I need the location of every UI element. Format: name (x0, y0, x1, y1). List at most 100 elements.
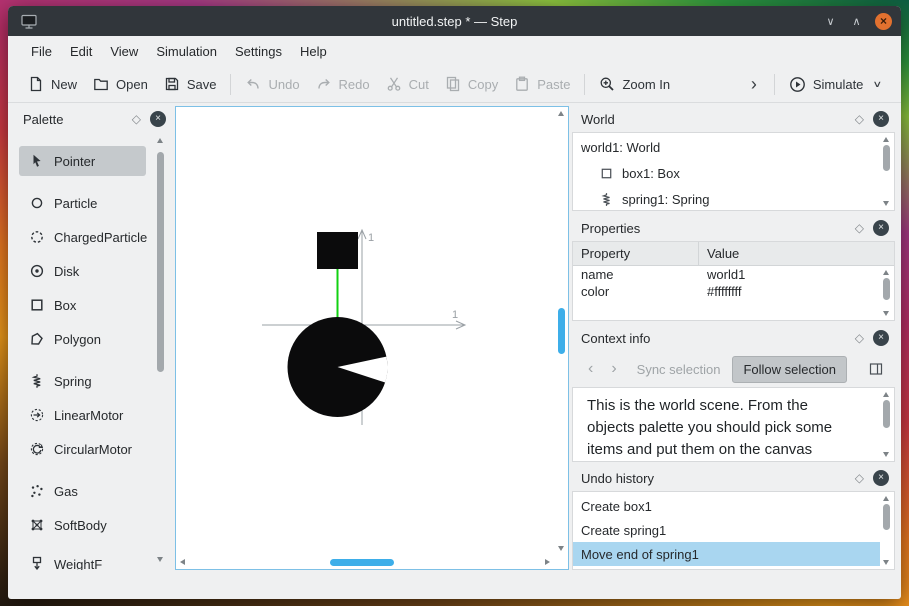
close-panel-icon[interactable]: × (873, 470, 889, 486)
undo-item-create-spring1[interactable]: Create spring1 (573, 518, 880, 542)
palette-item-spring[interactable]: Spring (19, 366, 146, 396)
palette-item-weightforce[interactable]: WeightF (19, 549, 146, 570)
palette-item-box[interactable]: Box (19, 290, 146, 320)
palette-item-chargedparticle[interactable]: ChargedParticle (19, 222, 147, 252)
forward-arrow-icon[interactable]: › (603, 361, 624, 377)
undo-item-move-end-of-spring1[interactable]: Move end of spring1 (573, 542, 880, 566)
palette-item-pointer[interactable]: Pointer (19, 146, 146, 176)
scroll-down-icon[interactable] (883, 560, 889, 565)
disk-object[interactable] (287, 317, 388, 417)
scrollbar-thumb[interactable] (330, 559, 394, 566)
menu-simulation[interactable]: Simulation (147, 39, 226, 64)
properties-header: Properties ◇ × (572, 215, 895, 241)
scroll-up-icon[interactable] (883, 137, 889, 142)
property-row-name[interactable]: name world1 (573, 266, 894, 283)
titlebar[interactable]: untitled.step * — Step ∨ ∧ × (8, 6, 901, 36)
float-panel-icon[interactable]: ◇ (855, 221, 864, 235)
menu-settings[interactable]: Settings (226, 39, 291, 64)
close-panel-icon[interactable]: × (873, 111, 889, 127)
float-panel-icon[interactable]: ◇ (132, 112, 141, 126)
save-button[interactable]: Save (156, 71, 225, 97)
world-scrollbar[interactable] (880, 135, 893, 208)
gas-icon (29, 483, 45, 499)
property-value[interactable]: world1 (699, 267, 745, 282)
scroll-up-icon[interactable] (157, 138, 163, 143)
scroll-down-icon[interactable] (558, 546, 564, 551)
back-arrow-icon[interactable]: ‹ (580, 361, 601, 377)
box-icon (29, 297, 45, 313)
close-panel-icon[interactable]: × (873, 220, 889, 236)
scroll-up-icon[interactable] (883, 392, 889, 397)
undo-item-create-box1[interactable]: Create box1 (573, 494, 880, 518)
column-header-property[interactable]: Property (573, 242, 699, 265)
menu-file[interactable]: File (22, 39, 61, 64)
scroll-left-icon[interactable] (180, 559, 185, 565)
property-value[interactable]: #ffffffff (699, 284, 741, 299)
scroll-down-icon[interactable] (883, 311, 889, 316)
undo-history-title: Undo history (581, 470, 654, 486)
canvas-horizontal-scrollbar[interactable] (178, 556, 552, 569)
scrollbar-thumb[interactable] (883, 278, 890, 300)
float-panel-icon[interactable]: ◇ (855, 112, 864, 126)
close-panel-icon[interactable]: × (873, 330, 889, 346)
context-scrollbar[interactable] (880, 390, 893, 459)
scroll-right-icon[interactable] (545, 559, 550, 565)
menu-view[interactable]: View (101, 39, 147, 64)
close-panel-icon[interactable]: × (150, 111, 166, 127)
palette-item-gas[interactable]: Gas (19, 476, 146, 506)
property-row-color[interactable]: color #ffffffff (573, 283, 894, 300)
chevron-down-icon[interactable]: ∨ (873, 79, 883, 90)
scroll-down-icon[interactable] (883, 201, 889, 206)
maximize-button[interactable]: ∧ (849, 15, 864, 28)
properties-scrollbar[interactable] (880, 268, 893, 318)
column-header-value[interactable]: Value (699, 246, 739, 261)
palette-item-polygon[interactable]: Polygon (19, 324, 146, 354)
tree-item-box1[interactable]: box1: Box (573, 161, 894, 185)
redo-icon (316, 76, 332, 92)
box1-object[interactable] (317, 232, 358, 269)
sync-selection-button[interactable]: Sync selection (627, 357, 731, 382)
scrollbar-thumb[interactable] (157, 152, 164, 372)
undo-scrollbar[interactable] (880, 494, 893, 567)
scrollbar-thumb[interactable] (883, 504, 890, 530)
float-panel-icon[interactable]: ◇ (855, 331, 864, 345)
tree-item-spring1[interactable]: spring1: Spring (573, 187, 894, 210)
copy-button[interactable]: Copy (437, 71, 506, 97)
close-button[interactable]: × (875, 12, 892, 30)
scrollbar-thumb[interactable] (883, 145, 890, 171)
spring-icon (29, 373, 45, 389)
simulation-scene[interactable]: 1 1 (176, 107, 568, 569)
minimize-button[interactable]: ∨ (823, 15, 838, 28)
paste-button[interactable]: Paste (506, 71, 578, 97)
tree-item-world1[interactable]: world1: World (573, 135, 894, 159)
scroll-up-icon[interactable] (883, 496, 889, 501)
undo-button[interactable]: Undo (237, 71, 307, 97)
world-canvas[interactable]: 1 1 (175, 106, 569, 570)
scroll-up-icon[interactable] (558, 111, 564, 116)
scroll-down-icon[interactable] (157, 557, 163, 562)
palette-item-linearmotor[interactable]: LinearMotor (19, 400, 146, 430)
float-panel-icon[interactable]: ◇ (855, 471, 864, 485)
canvas-vertical-scrollbar[interactable] (555, 109, 568, 553)
palette-item-circularmotor[interactable]: CircularMotor (19, 434, 146, 464)
scroll-down-icon[interactable] (883, 452, 889, 457)
zoom-in-button[interactable]: Zoom In (591, 71, 678, 97)
open-button[interactable]: Open (85, 71, 156, 97)
toolbar-overflow-button[interactable]: › (740, 75, 768, 93)
menu-help[interactable]: Help (291, 39, 336, 64)
palette-item-softbody[interactable]: SoftBody (19, 510, 146, 540)
simulate-button[interactable]: Simulate ∨ (781, 71, 889, 98)
palette-item-particle[interactable]: Particle (19, 188, 146, 218)
palette-scrollbar[interactable] (154, 136, 167, 564)
menu-edit[interactable]: Edit (61, 39, 101, 64)
detach-panel-icon[interactable] (865, 358, 887, 380)
new-button[interactable]: New (20, 71, 85, 97)
scrollbar-thumb[interactable] (558, 308, 565, 354)
palette-item-disk[interactable]: Disk (19, 256, 146, 286)
scrollbar-thumb[interactable] (883, 400, 890, 428)
properties-column-headers[interactable]: Property Value (573, 242, 894, 266)
follow-selection-button[interactable]: Follow selection (732, 355, 847, 383)
redo-button[interactable]: Redo (308, 71, 378, 97)
scroll-up-icon[interactable] (883, 270, 889, 275)
cut-button[interactable]: Cut (378, 71, 437, 97)
